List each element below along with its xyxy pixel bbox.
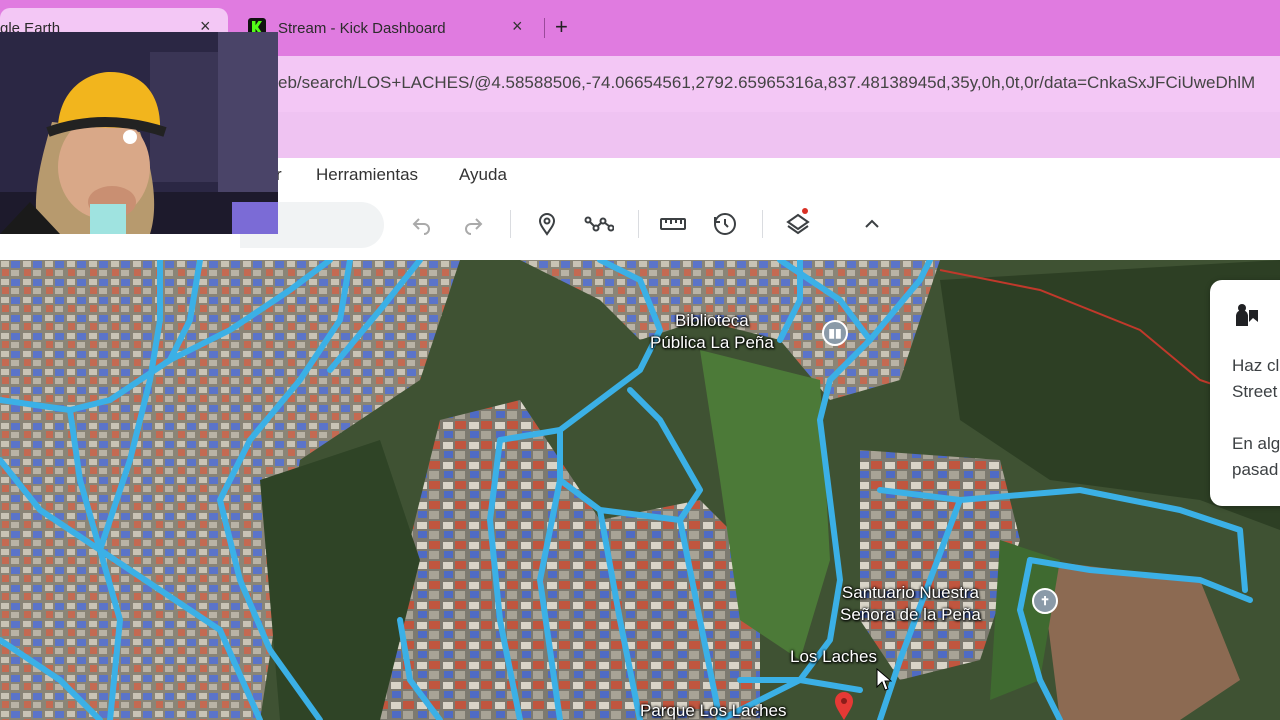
- new-tab-button[interactable]: +: [555, 14, 568, 40]
- url-field[interactable]: eb/search/LOS+LACHES/@4.58588506,-74.066…: [278, 73, 1278, 93]
- library-poi-icon[interactable]: ▮▮: [822, 320, 848, 346]
- label-text: Biblioteca Pública La Peña: [650, 311, 774, 352]
- info-card[interactable]: Haz cl Street En alg pasad: [1210, 280, 1280, 506]
- label-text: Santuario Nuestra Señora de la Peña: [840, 583, 981, 624]
- layers-notification-dot: [802, 208, 808, 214]
- webcam-overlay: [0, 32, 278, 234]
- layers-icon[interactable]: [780, 206, 816, 242]
- card-text-line: Haz cl: [1232, 356, 1280, 375]
- history-icon[interactable]: [707, 206, 743, 242]
- chevron-up-icon[interactable]: [854, 206, 890, 242]
- toolbar-divider: [762, 210, 763, 238]
- close-tab-icon[interactable]: ×: [512, 16, 523, 37]
- location-pin-icon[interactable]: [834, 692, 854, 720]
- label-los-laches[interactable]: Los Laches: [790, 646, 877, 668]
- menu-item-ayuda[interactable]: Ayuda: [459, 165, 507, 185]
- card-text-line: En alg: [1232, 434, 1280, 453]
- toolbar-divider: [638, 210, 639, 238]
- card-text-line: Street: [1232, 382, 1278, 401]
- label-parque-los-laches[interactable]: Parque Los Laches: [640, 700, 787, 720]
- placemark-icon[interactable]: [529, 206, 565, 242]
- redo-icon[interactable]: [455, 206, 491, 242]
- undo-icon[interactable]: [404, 206, 440, 242]
- satellite-imagery: [0, 260, 1280, 720]
- toolbar-divider: [510, 210, 511, 238]
- street-view-icon: [1236, 304, 1258, 326]
- mouse-cursor-icon: [876, 668, 892, 691]
- label-biblioteca[interactable]: Biblioteca Pública La Peña: [650, 310, 774, 354]
- streamer-webcam-image: [0, 32, 278, 234]
- tab-title: Stream - Kick Dashboard: [278, 20, 446, 37]
- church-poi-icon[interactable]: ✝: [1032, 588, 1058, 614]
- tab-separator: [544, 18, 545, 38]
- path-icon[interactable]: [581, 206, 617, 242]
- map-viewport[interactable]: ▮▮ Biblioteca Pública La Peña ✝ Santuari…: [0, 260, 1280, 720]
- menu-item-herramientas[interactable]: Herramientas: [316, 165, 418, 185]
- card-text-line: pasad: [1232, 460, 1279, 479]
- ruler-icon[interactable]: [655, 206, 691, 242]
- label-santuario[interactable]: Santuario Nuestra Señora de la Peña: [840, 582, 981, 626]
